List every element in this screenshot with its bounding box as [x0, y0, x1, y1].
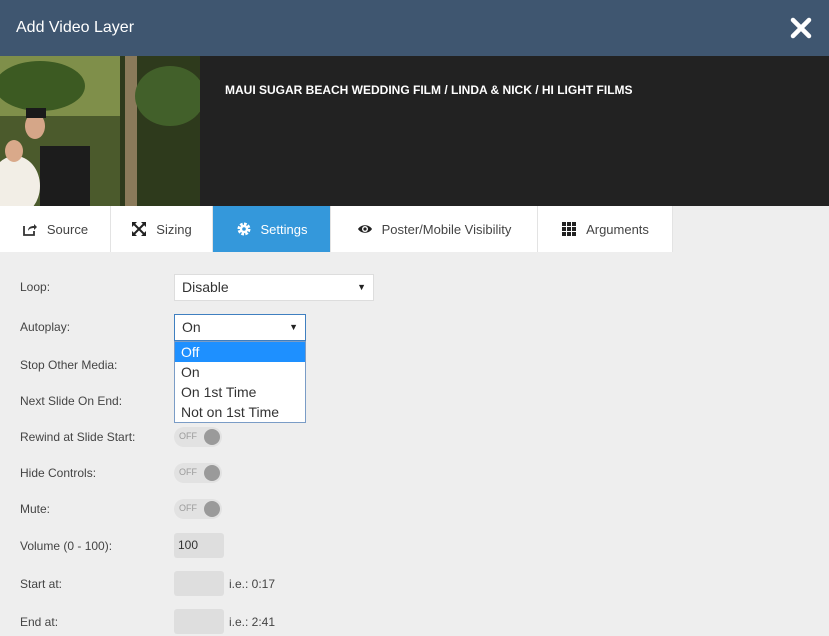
volume-input[interactable]: 100 [174, 533, 224, 558]
hide-controls-toggle-state: OFF [179, 467, 197, 477]
tab-settings[interactable]: Settings [213, 206, 331, 252]
grid-icon [562, 222, 577, 236]
autoplay-option-not-on-1st-time[interactable]: Not on 1st Time [175, 402, 305, 422]
tab-bar: Source Sizing Settings Poster/Mobile Vis… [0, 206, 829, 252]
end-at-hint: i.e.: 2:41 [229, 615, 276, 629]
dialog-title: Add Video Layer [16, 19, 135, 36]
autoplay-select[interactable]: On ▼ [174, 314, 306, 341]
tab-arguments-label: Arguments [586, 221, 649, 237]
autoplay-option-on[interactable]: On [175, 362, 305, 382]
toggle-knob [204, 429, 220, 445]
hide-controls-toggle[interactable]: OFF [174, 463, 222, 483]
tab-source-label: Source [46, 221, 89, 237]
close-icon[interactable] [789, 16, 813, 40]
video-preview: MAUI SUGAR BEACH WEDDING FILM / LINDA & … [0, 56, 829, 206]
volume-label: Volume (0 - 100): [20, 539, 113, 553]
stop-other-media-label: Stop Other Media: [20, 358, 118, 372]
chevron-down-icon: ▼ [289, 322, 298, 332]
rewind-toggle-state: OFF [179, 431, 197, 441]
loop-select[interactable]: Disable ▼ [174, 274, 374, 301]
end-at-label: End at: [20, 615, 59, 629]
start-at-hint: i.e.: 0:17 [229, 577, 276, 591]
mute-label: Mute: [20, 502, 51, 516]
mute-toggle-state: OFF [179, 503, 197, 513]
autoplay-dropdown: Off On On 1st Time Not on 1st Time [174, 341, 306, 423]
tab-settings-label: Settings [260, 221, 308, 237]
end-at-input[interactable] [174, 609, 224, 634]
loop-select-value: Disable [182, 279, 229, 295]
dialog-titlebar: Add Video Layer [0, 0, 829, 56]
tab-sizing[interactable]: Sizing [111, 206, 213, 252]
tab-sizing-label: Sizing [156, 221, 192, 237]
gear-icon [237, 222, 250, 236]
next-slide-on-end-label: Next Slide On End: [20, 394, 123, 408]
autoplay-label: Autoplay: [20, 320, 71, 334]
tab-poster-label: Poster/Mobile Visibility [381, 221, 512, 237]
start-at-input[interactable] [174, 571, 224, 596]
tab-poster-mobile-visibility[interactable]: Poster/Mobile Visibility [331, 206, 538, 252]
start-at-label: Start at: [20, 577, 63, 591]
share-icon [22, 224, 37, 236]
toggle-knob [204, 465, 220, 481]
hide-controls-label: Hide Controls: [20, 466, 97, 480]
autoplay-option-on-1st-time[interactable]: On 1st Time [175, 382, 305, 402]
autoplay-option-off[interactable]: Off [175, 342, 305, 362]
rewind-label: Rewind at Slide Start: [20, 430, 136, 444]
expand-icon [132, 222, 147, 236]
loop-label: Loop: [20, 280, 51, 294]
autoplay-select-value: On [182, 319, 201, 335]
eye-icon [357, 225, 372, 233]
mute-toggle[interactable]: OFF [174, 499, 222, 519]
tab-source[interactable]: Source [0, 206, 111, 252]
chevron-down-icon: ▼ [357, 282, 366, 292]
rewind-toggle[interactable]: OFF [174, 427, 222, 447]
video-thumbnail [0, 56, 200, 206]
video-title: MAUI SUGAR BEACH WEDDING FILM / LINDA & … [225, 83, 633, 97]
tab-arguments[interactable]: Arguments [538, 206, 673, 252]
toggle-knob [204, 501, 220, 517]
